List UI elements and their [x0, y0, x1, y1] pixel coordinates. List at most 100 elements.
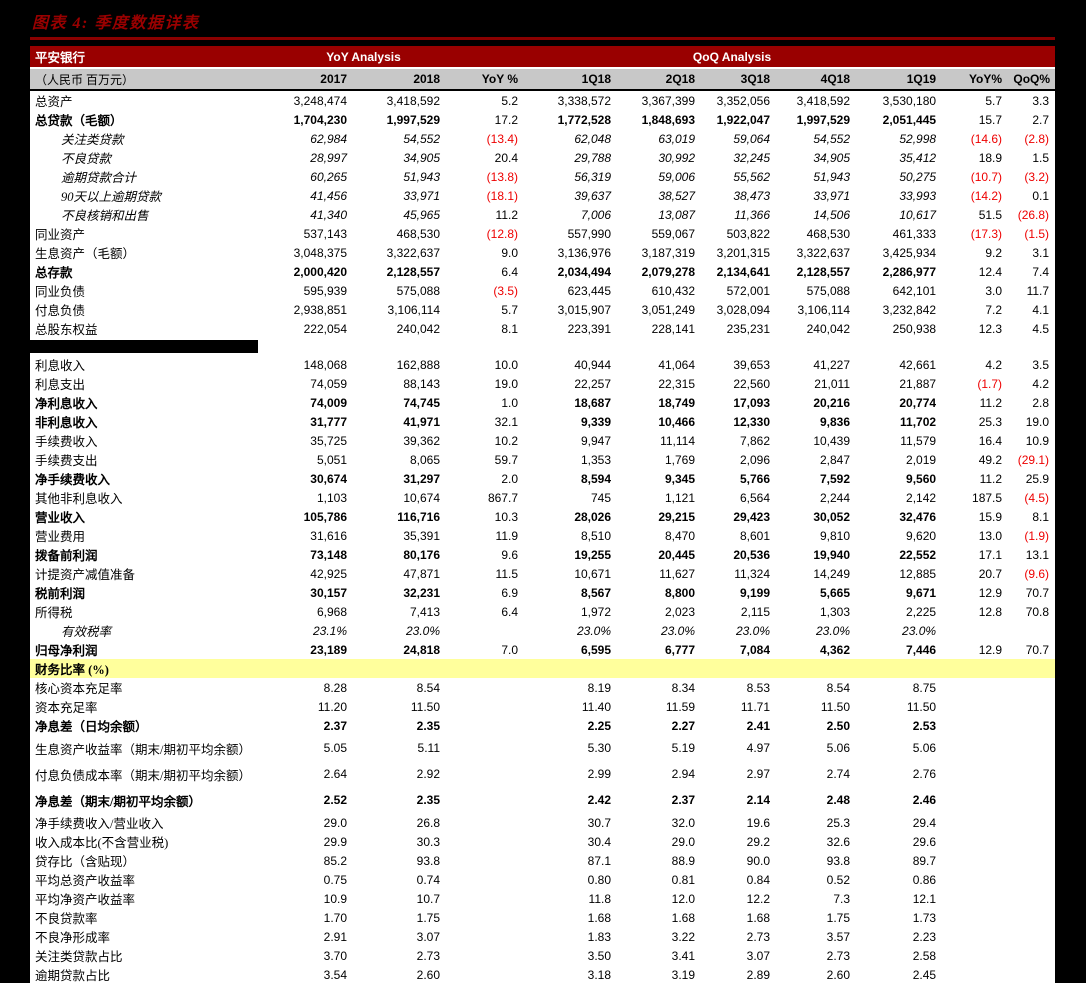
cell-value: 32,245: [700, 148, 775, 167]
table-row: 营业收入105,786116,71610.328,02629,21529,423…: [30, 507, 1055, 526]
cell-value: 2.52: [282, 787, 352, 813]
cell-value: 8.1: [445, 319, 523, 338]
cell-value: 8,065: [352, 450, 445, 469]
cell-value: 38,527: [616, 186, 700, 205]
cell-value: 2.23: [855, 927, 941, 946]
table-row: 净利息收入74,00974,7451.018,68718,74917,09320…: [30, 393, 1055, 412]
cell-value: 20,774: [855, 393, 941, 412]
cell-value: (10.7): [941, 167, 1007, 186]
cell-value: 1,704,230: [282, 110, 352, 129]
cell-value: 41,971: [352, 412, 445, 431]
cell-value: 5.06: [775, 735, 855, 761]
cell-value: 35,391: [352, 526, 445, 545]
cell-value: 867.7: [445, 488, 523, 507]
cell-value: 28,997: [282, 148, 352, 167]
cell-value: [445, 851, 523, 870]
cell-value: 5.7: [445, 300, 523, 319]
row-label: 逾期贷款合计: [30, 167, 282, 186]
cell-value: 80,176: [352, 545, 445, 564]
cell-value: [1007, 870, 1055, 889]
cell-value: 1.70: [282, 908, 352, 927]
cell-value: (3.2): [1007, 167, 1055, 186]
cell-value: [445, 965, 523, 983]
row-label: 净手续费收入/营业收入: [30, 813, 282, 832]
cell-value: 5,665: [775, 583, 855, 602]
cell-value: 9,560: [855, 469, 941, 488]
cell-value: 5.19: [616, 735, 700, 761]
cell-value: 70.7: [1007, 583, 1055, 602]
cell-value: 38,473: [700, 186, 775, 205]
cell-value: 11.50: [352, 697, 445, 716]
cell-value: 3.41: [616, 946, 700, 965]
cell-value: 537,143: [282, 224, 352, 243]
cell-value: (29.1): [1007, 450, 1055, 469]
cell-value: 30,157: [282, 583, 352, 602]
cell-value: 3,201,315: [700, 243, 775, 262]
cell-value: 12.8: [941, 602, 1007, 621]
cell-value: 22,560: [700, 374, 775, 393]
cell-value: 13,087: [616, 205, 700, 224]
cell-value: (2.8): [1007, 129, 1055, 148]
cell-value: 3.54: [282, 965, 352, 983]
cell-value: 19.0: [445, 374, 523, 393]
cell-value: 17.2: [445, 110, 523, 129]
table-row: 同业负债595,939575,088(3.5)623,445610,432572…: [30, 281, 1055, 300]
cell-value: [1007, 832, 1055, 851]
table-row: 其他非利息收入1,10310,674867.77451,1216,5642,24…: [30, 488, 1055, 507]
cell-value: 2.64: [282, 761, 352, 787]
cell-value: 2,128,557: [775, 262, 855, 281]
cell-value: [445, 678, 523, 697]
cell-value: 3,322,637: [352, 243, 445, 262]
cell-value: 70.7: [1007, 640, 1055, 659]
cell-value: 31,616: [282, 526, 352, 545]
cell-value: 3.70: [282, 946, 352, 965]
cell-value: [1007, 697, 1055, 716]
cell-value: 23.0%: [855, 621, 941, 640]
column-header: 1Q18: [523, 68, 616, 90]
cell-value: 8,601: [700, 526, 775, 545]
cell-value: 1.83: [523, 927, 616, 946]
cell-value: 13.1: [1007, 545, 1055, 564]
column-header: 3Q18: [700, 68, 775, 90]
row-label: 利息收入: [30, 355, 282, 374]
cell-value: 2.73: [700, 927, 775, 946]
cell-value: 54,552: [352, 129, 445, 148]
cell-value: 2.74: [775, 761, 855, 787]
cell-value: 2.92: [352, 761, 445, 787]
cell-value: (17.3): [941, 224, 1007, 243]
cell-value: 11.2: [445, 205, 523, 224]
row-label: 营业收入: [30, 507, 282, 526]
cell-value: 745: [523, 488, 616, 507]
cell-value: 3,051,249: [616, 300, 700, 319]
cell-value: 3,106,114: [352, 300, 445, 319]
cell-value: 2,051,445: [855, 110, 941, 129]
cell-value: [445, 761, 523, 787]
cell-value: [445, 946, 523, 965]
cell-value: [941, 946, 1007, 965]
cell-value: 14,249: [775, 564, 855, 583]
cell-value: 4.5: [1007, 319, 1055, 338]
row-label: 不良核销和出售: [30, 205, 282, 224]
cell-value: 11.20: [282, 697, 352, 716]
cell-value: 0.86: [855, 870, 941, 889]
table-row: 生息资产（毛额）3,048,3753,322,6379.03,136,9763,…: [30, 243, 1055, 262]
row-label: 总资产: [30, 90, 282, 110]
column-header: 2017: [282, 68, 352, 90]
cell-value: 2,115: [700, 602, 775, 621]
cell-value: 623,445: [523, 281, 616, 300]
cell-value: 3.5: [1007, 355, 1055, 374]
cell-value: (1.5): [1007, 224, 1055, 243]
cell-value: 32.6: [775, 832, 855, 851]
cell-value: 2,938,851: [282, 300, 352, 319]
table-row: 总贷款（毛额）1,704,2301,997,52917.21,772,5281,…: [30, 110, 1055, 129]
cell-value: [1007, 889, 1055, 908]
cell-value: [1007, 908, 1055, 927]
cell-value: 28,026: [523, 507, 616, 526]
cell-value: 7.2: [941, 300, 1007, 319]
cell-value: [941, 889, 1007, 908]
cell-value: 51,943: [775, 167, 855, 186]
cell-value: 23.1%: [282, 621, 352, 640]
cell-value: 9,836: [775, 412, 855, 431]
cell-value: [445, 621, 523, 640]
cell-value: [941, 787, 1007, 813]
